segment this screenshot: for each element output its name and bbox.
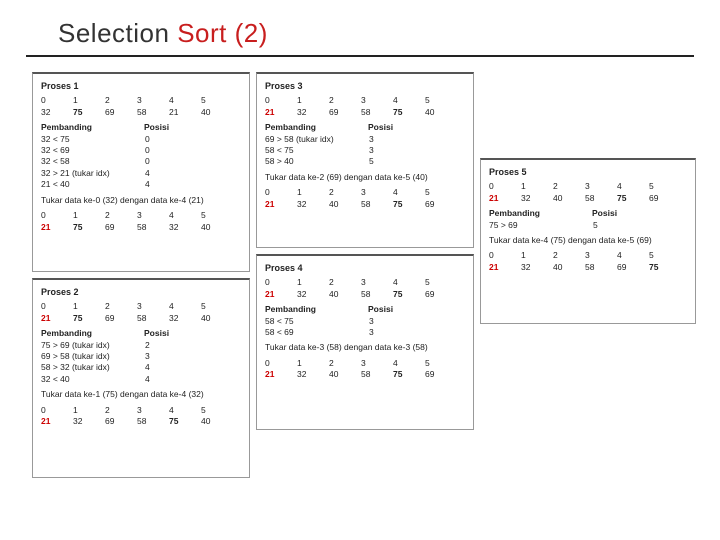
comparison-line: 21 < 404 — [41, 179, 241, 190]
index-row: 012345 — [41, 95, 241, 106]
comparison-line: 58 > 32 (tukar idx)4 — [41, 362, 241, 373]
swap-message: Tukar data ke-2 (69) dengan data ke-5 (4… — [265, 172, 465, 183]
index-row: 012345 — [265, 95, 465, 106]
comparison-line: 32 > 21 (tukar idx)4 — [41, 168, 241, 179]
swap-message: Tukar data ke-0 (32) dengan data ke-4 (2… — [41, 195, 241, 206]
index-row: 012345 — [265, 277, 465, 288]
column-headers: PembandingPosisi — [41, 328, 241, 339]
panel-title: Proses 1 — [41, 80, 241, 92]
values-row: 213269587540 — [265, 107, 465, 118]
panel-proses-3: Proses 3012345213269587540PembandingPosi… — [256, 72, 474, 248]
comparison-line: 58 > 405 — [265, 156, 465, 167]
values-row: 213240587569 — [265, 289, 465, 300]
panel-title: Proses 5 — [489, 166, 687, 178]
panels-grid: Proses 1012345327569582140PembandingPosi… — [32, 72, 696, 532]
index-row: 012345 — [489, 181, 687, 192]
panel-proses-5: Proses 5012345213240587569PembandingPosi… — [480, 158, 696, 324]
panel-title: Proses 3 — [265, 80, 465, 92]
slide-title: Selection Sort (2) — [26, 0, 694, 57]
comparison-line: 32 < 750 — [41, 134, 241, 145]
result-index-row: 012345 — [41, 405, 241, 416]
comparison-line: 32 < 580 — [41, 156, 241, 167]
result-values-row: 213240587569 — [265, 369, 465, 380]
panel-proses-4: Proses 4012345213240587569PembandingPosi… — [256, 254, 474, 430]
panel-title: Proses 4 — [265, 262, 465, 274]
panel-proses-1: Proses 1012345327569582140PembandingPosi… — [32, 72, 250, 272]
panel-proses-2: Proses 2012345217569583240PembandingPosi… — [32, 278, 250, 478]
index-row: 012345 — [41, 301, 241, 312]
comparison-line: 58 < 693 — [265, 327, 465, 338]
result-values-row: 213269587540 — [41, 416, 241, 427]
comparison-line: 75 > 69 (tukar idx)2 — [41, 340, 241, 351]
result-index-row: 012345 — [41, 210, 241, 221]
column-headers: PembandingPosisi — [489, 208, 687, 219]
swap-message: Tukar data ke-4 (75) dengan data ke-5 (6… — [489, 235, 687, 246]
comparison-line: 69 > 58 (tukar idx)3 — [265, 134, 465, 145]
values-row: 213240587569 — [489, 193, 687, 204]
result-values-row: 217569583240 — [41, 222, 241, 233]
comparison-line: 32 < 404 — [41, 374, 241, 385]
comparison-line: 75 > 695 — [489, 220, 687, 231]
column-headers: PembandingPosisi — [265, 304, 465, 315]
comparison-line: 69 > 58 (tukar idx)3 — [41, 351, 241, 362]
comparison-line: 58 < 753 — [265, 145, 465, 156]
result-index-row: 012345 — [489, 250, 687, 261]
panel-title: Proses 2 — [41, 286, 241, 298]
swap-message: Tukar data ke-1 (75) dengan data ke-4 (3… — [41, 389, 241, 400]
result-values-row: 213240587569 — [265, 199, 465, 210]
title-accent: Sort (2) — [177, 18, 268, 48]
values-row: 327569582140 — [41, 107, 241, 118]
title-pre: Selection — [58, 18, 177, 48]
swap-message: Tukar data ke-3 (58) dengan data ke-3 (5… — [265, 342, 465, 353]
column-headers: PembandingPosisi — [41, 122, 241, 133]
result-values-row: 213240586975 — [489, 262, 687, 273]
values-row: 217569583240 — [41, 313, 241, 324]
comparison-line: 32 < 690 — [41, 145, 241, 156]
column-headers: PembandingPosisi — [265, 122, 465, 133]
comparison-line: 58 < 753 — [265, 316, 465, 327]
result-index-row: 012345 — [265, 187, 465, 198]
result-index-row: 012345 — [265, 358, 465, 369]
